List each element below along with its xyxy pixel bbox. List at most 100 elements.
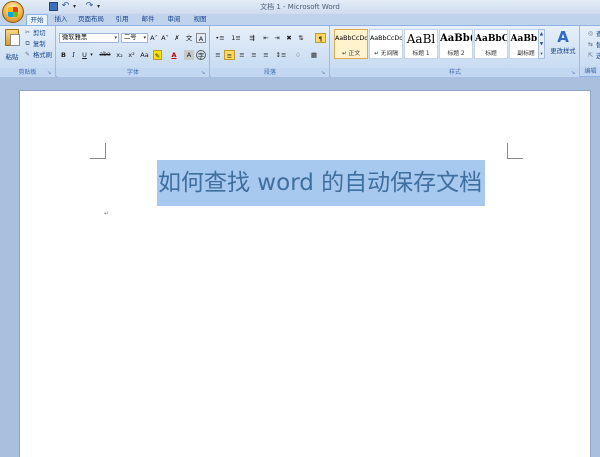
clear-format-icon[interactable]: ✗ [172,33,182,43]
style-sample: AaBbCcDd [335,35,367,42]
increase-indent-icon[interactable]: ⇥ [272,33,282,43]
strikethrough-button[interactable]: abe [98,50,112,60]
find-label: 查找 [596,31,600,38]
subscript-button[interactable]: x₂ [114,50,125,60]
justify-icon[interactable]: ≡ [249,50,259,60]
office-button[interactable] [2,1,24,23]
customize-qat-icon[interactable]: ▾ [97,2,106,11]
style-no-spacing[interactable]: AaBbCcDd ↵ 无间隔 [369,29,403,59]
char-border-button[interactable]: A [196,33,206,43]
paragraph-group: •≡ 1≡ ⇶ ⇤ ⇥ ✖ ⇅ ¶ ≡ ≡ ≡ ≡ ≡ ↕≡ ♢ ▦ 段落 ↘ [211,26,330,77]
chevron-down-icon: ▾ [143,35,146,41]
font-group-label: 字体 [57,68,209,77]
enclose-char-icon[interactable]: 字 [196,50,206,60]
select-label: 选择 [596,53,600,60]
show-marks-icon[interactable]: ¶ [315,33,326,43]
highlight-icon[interactable]: ✎ [153,50,162,60]
tab-insert[interactable]: 插入 [51,14,71,25]
bold-button[interactable]: B [59,50,68,60]
dialog-launcher-icon[interactable]: ↘ [571,70,577,76]
italic-button[interactable]: I [69,50,78,60]
style-sample: AaBbC [475,34,507,44]
font-name-box[interactable]: 微软雅黑 ▾ [59,33,119,43]
shading-icon[interactable]: ♢ [291,50,305,60]
find-button[interactable]: ◎ 查找 [587,29,600,38]
dialog-launcher-icon[interactable]: ↘ [201,70,207,76]
dialog-launcher-icon[interactable]: ↘ [47,70,53,76]
chevron-down-icon: ▾ [114,35,117,41]
select-button[interactable]: ⇱ 选择 [587,51,600,60]
tab-mailings[interactable]: 邮件 [138,14,158,25]
cut-button[interactable]: ✂ 剪切 [24,28,46,37]
gallery-scroll[interactable]: ▲ ▼ ▾ [538,29,545,59]
grow-font-button[interactable]: A˄ [149,33,159,43]
style-heading-1[interactable]: AaBl 标题 1 [404,29,438,59]
borders-icon[interactable]: ▦ [307,50,321,60]
underline-dropdown-icon[interactable]: ▾ [89,50,94,60]
margin-corner-top-right [507,143,523,159]
redo-icon[interactable]: ↷ [85,2,94,11]
style-name: 标题 2 [447,51,465,57]
style-sample: AaBl [406,32,436,46]
sort-icon[interactable]: ⇅ [296,33,306,43]
chevron-up-icon[interactable]: ▲ [539,30,544,40]
paste-icon [5,29,20,46]
clipboard-group: 粘贴 ✂ 剪切 ⧉ 复制 ✎ 格式刷 剪贴板 ↘ [0,26,56,77]
document-page[interactable]: 如何查找 word 的自动保存文档 ↵ [19,90,591,457]
styles-group-label: 样式 [331,68,579,77]
tab-home[interactable]: 开始 [26,14,48,25]
undo-dropdown-icon[interactable]: ▾ [73,2,82,11]
save-icon[interactable] [49,2,58,11]
tab-references[interactable]: 引用 [112,14,132,25]
more-icon[interactable]: ▾ [539,50,544,60]
style-normal[interactable]: AaBbCcDd ↵ 正文 [334,29,368,59]
align-left-icon[interactable]: ≡ [213,50,223,60]
bullets-icon[interactable]: •≡ [213,33,227,43]
line-spacing-icon[interactable]: ↕≡ [274,50,288,60]
chinese-layout-icon[interactable]: ✖ [284,33,294,43]
style-name: ↵ 正文 [341,51,361,57]
align-right-icon[interactable]: ≡ [237,50,247,60]
tab-review[interactable]: 审阅 [164,14,184,25]
paste-label: 粘贴 [5,53,19,61]
ribbon-tab-bar: 开始 插入 页面布局 引用 邮件 审阅 视图 [0,14,600,25]
decrease-indent-icon[interactable]: ⇤ [261,33,271,43]
change-styles-label: 更改样式 [550,48,576,55]
shrink-font-button[interactable]: A˅ [160,33,170,43]
undo-icon[interactable]: ↶ [61,2,70,11]
format-painter-label: 格式刷 [33,52,52,59]
tab-view[interactable]: 视图 [190,14,210,25]
style-title[interactable]: AaBbC 标题 [474,29,508,59]
char-shading-button[interactable]: A [184,50,194,60]
multilevel-list-icon[interactable]: ⇶ [245,33,259,43]
change-styles-button[interactable]: A 更改样式 [548,28,578,56]
style-heading-2[interactable]: AaBb( 标题 2 [439,29,473,59]
phonetic-guide-icon[interactable]: 文 [184,33,194,43]
brush-icon: ✎ [24,51,31,58]
font-size-box[interactable]: 二号 ▾ [121,33,148,43]
scissors-icon: ✂ [24,29,31,36]
replace-button[interactable]: ⇆ 替换 [587,40,600,49]
superscript-button[interactable]: x² [126,50,137,60]
paste-button[interactable]: 粘贴 [3,29,21,65]
selected-document-title[interactable]: 如何查找 word 的自动保存文档 [157,160,486,206]
chevron-down-icon[interactable]: ▼ [539,40,544,50]
font-size-value: 二号 [124,34,137,41]
font-name-value: 微软雅黑 [62,34,88,41]
copy-button[interactable]: ⧉ 复制 [24,39,45,48]
distributed-icon[interactable]: ≡ [261,50,271,60]
replace-icon: ⇆ [587,41,594,48]
font-color-button[interactable]: A [169,50,179,60]
dialog-launcher-icon[interactable]: ↘ [321,70,327,76]
quick-access-toolbar: ↶ ▾ ↷ ▾ [26,2,106,11]
change-case-button[interactable]: Aa [139,50,150,60]
tab-page-layout[interactable]: 页面布局 [76,14,106,25]
numbering-icon[interactable]: 1≡ [229,33,243,43]
align-center-icon[interactable]: ≡ [224,50,235,60]
change-styles-icon: A [557,28,569,46]
replace-label: 替换 [596,42,600,49]
format-painter-button[interactable]: ✎ 格式刷 [24,50,52,59]
paragraph-group-label: 段落 [211,68,329,77]
ribbon: 粘贴 ✂ 剪切 ⧉ 复制 ✎ 格式刷 剪贴板 ↘ 微软雅黑 ▾ 二号 ▾ A˄ … [0,25,600,77]
underline-button[interactable]: U [80,50,89,60]
